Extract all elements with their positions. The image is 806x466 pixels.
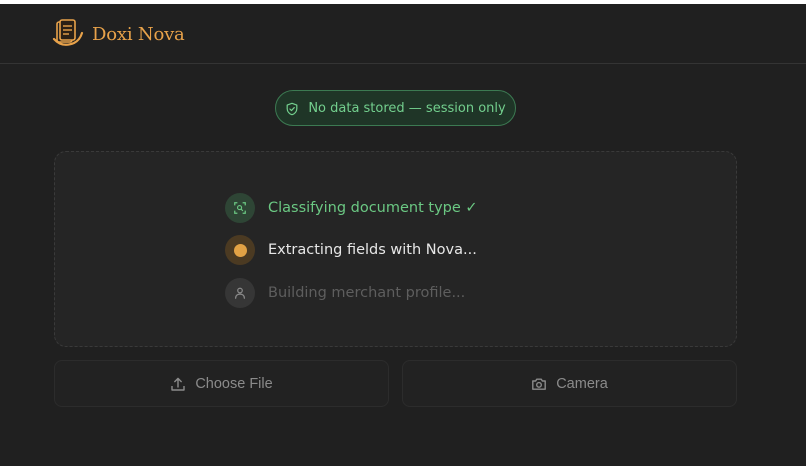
brand-name: Doxi Nova: [92, 24, 185, 45]
progress-dot-icon: [225, 235, 255, 265]
choose-file-label: Choose File: [195, 375, 273, 392]
step-label: Classifying document type ✓: [268, 200, 478, 216]
step-extracting: Extracting fields with Nova...: [225, 234, 477, 266]
privacy-badge: No data stored — session only: [275, 90, 516, 126]
shield-check-icon: [285, 101, 299, 116]
step-label: Extracting fields with Nova...: [268, 242, 477, 258]
step-building-profile: Building merchant profile...: [225, 277, 465, 309]
privacy-badge-text: No data stored — session only: [308, 100, 506, 116]
scan-search-icon: [225, 193, 255, 223]
user-icon: [225, 278, 255, 308]
camera-label: Camera: [556, 375, 608, 392]
upload-dropzone[interactable]: Classifying document type ✓ Extracting f…: [54, 151, 737, 347]
step-label: Building merchant profile...: [268, 285, 466, 301]
step-classifying: Classifying document type ✓: [225, 192, 478, 224]
camera-icon: [531, 376, 547, 392]
stacked-document-logo-icon: [52, 19, 84, 49]
app-header: Doxi Nova: [0, 4, 806, 64]
choose-file-button[interactable]: Choose File: [54, 360, 389, 407]
camera-button[interactable]: Camera: [402, 360, 737, 407]
upload-icon: [170, 376, 186, 392]
